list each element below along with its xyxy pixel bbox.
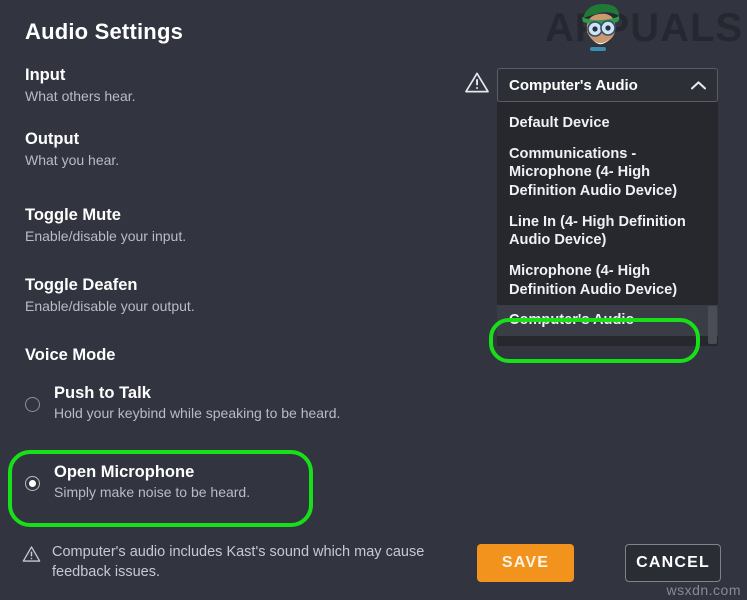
save-button[interactable]: SAVE <box>477 544 574 582</box>
feedback-warning: Computer's audio includes Kast's sound w… <box>22 543 442 582</box>
setting-group-toggle-deafen: Toggle Deafen Enable/disable your output… <box>25 276 195 315</box>
radio-option-push-to-talk[interactable]: Push to Talk Hold your keybind while spe… <box>25 384 340 422</box>
setting-label-toggle-mute: Toggle Mute <box>25 206 121 224</box>
dropdown-option-computers-audio[interactable]: Computer's Audio <box>497 305 718 337</box>
radio-description-push-to-talk: Hold your keybind while speaking to be h… <box>54 404 341 421</box>
radio-option-open-microphone[interactable]: Open Microphone Simply make noise to be … <box>25 463 250 501</box>
source-watermark-text: wsxdn.com <box>666 582 741 598</box>
dropdown-option-default-device[interactable]: Default Device <box>497 108 718 139</box>
dropdown-warning-triangle-icon <box>465 72 489 93</box>
dropdown-option-microphone[interactable]: Microphone (4- High Definition Audio Dev… <box>497 256 718 305</box>
radio-button-push-to-talk[interactable] <box>25 397 40 412</box>
appuals-mascot-icon <box>582 4 620 51</box>
setting-group-input: Input What others hear. <box>25 66 136 105</box>
dropdown-selected-value: Computer's Audio <box>509 76 638 94</box>
feedback-warning-text: Computer's audio includes Kast's sound w… <box>52 544 425 580</box>
dropdown-toggle[interactable]: Computer's Audio <box>497 68 718 102</box>
dropdown-option-line-in[interactable]: Line In (4- High Definition Audio Device… <box>497 207 718 256</box>
radio-button-open-microphone[interactable] <box>25 476 40 491</box>
setting-description-output: What you hear. <box>25 151 120 168</box>
appuals-watermark-logo: APPUALS <box>545 2 745 54</box>
dropdown-options-list[interactable]: Default Device Communications - Micropho… <box>497 102 718 347</box>
setting-label-toggle-deafen: Toggle Deafen <box>25 276 138 294</box>
radio-label-push-to-talk: Push to Talk Hold your keybind while spe… <box>54 384 340 422</box>
radio-description-open-microphone: Simply make noise to be heard. <box>54 483 251 500</box>
dropdown-option-communications-microphone[interactable]: Communications - Microphone (4- High Def… <box>497 139 718 207</box>
dropdown-scrollbar-track[interactable] <box>707 102 718 346</box>
setting-label-input: Input <box>25 66 66 84</box>
setting-description-input: What others hear. <box>25 87 136 104</box>
section-heading-voice-mode: Voice Mode <box>25 346 116 364</box>
appuals-logo-text: APPUALS <box>545 6 744 50</box>
setting-description-toggle-deafen: Enable/disable your output. <box>25 297 195 314</box>
audio-device-dropdown[interactable]: Computer's Audio Default Device Communic… <box>497 68 718 347</box>
chevron-up-icon[interactable] <box>690 80 707 91</box>
setting-group-output: Output What you hear. <box>25 130 119 169</box>
cancel-button[interactable]: CANCEL <box>625 544 721 582</box>
dropdown-scrollbar-thumb[interactable] <box>708 306 717 345</box>
setting-description-toggle-mute: Enable/disable your input. <box>25 227 187 244</box>
setting-label-output: Output <box>25 130 80 148</box>
page-title: Audio Settings <box>25 19 184 44</box>
radio-title-push-to-talk: Push to Talk <box>54 384 151 402</box>
radio-title-open-microphone: Open Microphone <box>54 463 195 481</box>
setting-group-toggle-mute: Toggle Mute Enable/disable your input. <box>25 206 186 245</box>
warning-triangle-icon <box>22 546 41 562</box>
radio-label-open-microphone: Open Microphone Simply make noise to be … <box>54 463 250 501</box>
